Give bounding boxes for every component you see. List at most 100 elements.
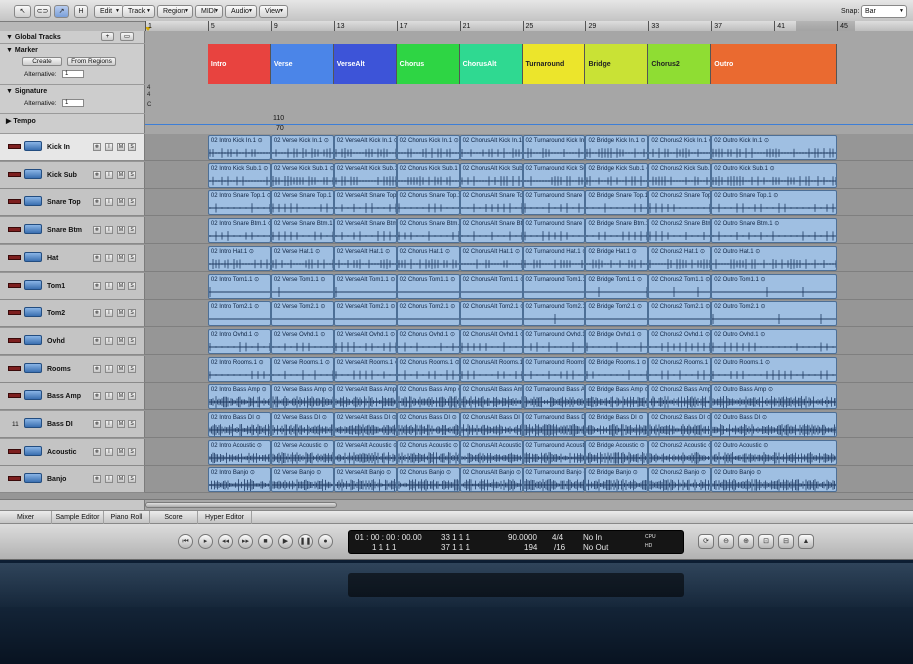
audio-region[interactable]: 02 ChorusAlt Hat.1 ⊙	[459, 245, 523, 271]
track-header[interactable]: Tom1 ❄ I M S	[0, 272, 145, 300]
mute-button[interactable]: M	[117, 143, 125, 151]
horizontal-scrollbar[interactable]	[145, 499, 913, 510]
track-header[interactable]: Rooms ❄ I M S	[0, 355, 145, 383]
audio-region[interactable]: 02 ChorusAlt Bass Amp ⊙	[459, 384, 523, 410]
marker-turnaround[interactable]: Turnaround	[522, 44, 586, 84]
mute-button[interactable]: M	[117, 198, 125, 207]
audio-region[interactable]: 02 Chorus Tom2.1 ⊙	[396, 301, 460, 327]
audio-region[interactable]: 02 Turnaround Kick Sub.1 ⊙	[522, 162, 586, 188]
catch-icon[interactable]: ↗	[54, 5, 69, 18]
audio-region[interactable]: 02 Chorus Kick In.1 ⊙	[396, 135, 460, 160]
audio-region[interactable]: 02 Outro Tom2.1 ⊙	[711, 301, 838, 327]
solo-button[interactable]: S	[128, 170, 136, 179]
audio-region[interactable]: 02 Verse Kick Sub.1 ⊙	[270, 162, 334, 188]
audio-region[interactable]: 02 Intro Tom2.1 ⊙	[207, 301, 271, 327]
audio-region[interactable]: 02 Intro Ovhd.1 ⊙	[207, 328, 271, 354]
tab-score[interactable]: Score	[150, 511, 198, 524]
freeze-button[interactable]: ❄	[93, 309, 101, 318]
input-monitor-button[interactable]: I	[105, 198, 113, 207]
track-header[interactable]: Tom2 ❄ I M S	[0, 300, 145, 328]
audio-region[interactable]: 02 VerseAlt Banjo ⊙	[333, 467, 397, 493]
audio-region[interactable]: 02 Verse Acoustic ⊙	[270, 439, 334, 465]
audio-region[interactable]: 02 VerseAlt Tom1.1 ⊙	[333, 273, 397, 299]
record-enable-button[interactable]	[8, 254, 21, 260]
audio-region[interactable]: 02 VerseAlt Bass DI ⊙	[333, 412, 397, 437]
record-enable-button[interactable]	[8, 476, 21, 482]
audio-region[interactable]: 02 Turnaround Banjo ⊙	[522, 467, 586, 493]
audio-region[interactable]: 02 Bridge Snare Btm.1 ⊙	[585, 218, 649, 244]
audio-region[interactable]: 02 Intro Snare Btm.1 ⊙	[207, 218, 271, 244]
audio-region[interactable]: 02 Chorus Snare Top.1 ⊙	[396, 190, 460, 216]
audio-region[interactable]: 02 Bridge Ovhd.1 ⊙	[585, 328, 649, 354]
audio-region[interactable]: 02 Outro Rooms.1 ⊙	[711, 356, 838, 382]
audio-region[interactable]: 02 Outro Snare Btm.1 ⊙	[711, 218, 838, 244]
audio-region[interactable]: 02 Chorus2 Kick In.1 ⊙	[648, 135, 712, 160]
audio-region[interactable]: 02 Chorus Hat.1 ⊙	[396, 245, 460, 271]
audio-region[interactable]: 02 VerseAlt Rooms.1 ⊙	[333, 356, 397, 382]
audio-region[interactable]: 02 Outro Snare Top.1 ⊙	[711, 190, 838, 216]
audio-region[interactable]: 02 Bridge Tom1.1 ⊙	[585, 273, 649, 299]
freeze-button[interactable]: ❄	[93, 281, 101, 290]
track-header[interactable]: Bass Amp ❄ I M S	[0, 383, 145, 411]
audio-region[interactable]: 02 Chorus2 Rooms.1 ⊙	[648, 356, 712, 382]
signature-title[interactable]: ▼ Signature	[6, 88, 47, 95]
audio-region[interactable]: 02 ChorusAlt Snare Btm.1 ⊙	[459, 218, 523, 244]
solo-button[interactable]: S	[128, 226, 136, 235]
solo-button[interactable]: S	[128, 253, 136, 262]
audio-region[interactable]: 02 ChorusAlt Ovhd.1 ⊙	[459, 328, 523, 354]
arrow-tool-icon[interactable]: ↖	[14, 5, 31, 18]
audio-region[interactable]: 02 Chorus2 Bass DI ⊙	[648, 412, 712, 437]
audio-region[interactable]: 02 Bridge Kick In.1 ⊙	[585, 135, 649, 160]
input-monitor-button[interactable]: I	[105, 336, 113, 345]
audio-region[interactable]: 02 Bridge Hat.1 ⊙	[585, 245, 649, 271]
audio-region[interactable]: 02 VerseAlt Tom2.1 ⊙	[333, 301, 397, 327]
marker-outro[interactable]: Outro	[711, 44, 838, 84]
play-icon[interactable]: ▶	[278, 534, 293, 549]
disclosure-icon[interactable]: ▼	[6, 88, 15, 95]
audio-region[interactable]: 02 Chorus Rooms.1 ⊙	[396, 356, 460, 382]
audio-region[interactable]: 02 ChorusAlt Rooms.1 ⊙	[459, 356, 523, 382]
audio-region[interactable]: 02 Intro Banjo ⊙	[207, 467, 271, 493]
tab-sample-editor[interactable]: Sample Editor	[52, 511, 104, 524]
menu-region[interactable]: Region ▼	[157, 5, 193, 18]
global-tracks-config-button[interactable]: ▭	[120, 32, 134, 41]
audio-region[interactable]: 02 Outro Acoustic ⊙	[711, 439, 838, 465]
record-enable-button[interactable]	[8, 144, 21, 149]
audio-region[interactable]: 02 Chorus2 Snare Btm.1 ⊙	[648, 218, 712, 244]
marker-from-regions-button[interactable]: From Regions	[67, 57, 116, 66]
audio-region[interactable]: 02 Intro Snare Top.1 ⊙	[207, 190, 271, 216]
alternative-select[interactable]: 1	[62, 70, 84, 78]
audio-region[interactable]: 02 ChorusAlt Bass DI ⊙	[459, 412, 523, 437]
input-monitor-button[interactable]: I	[105, 420, 113, 428]
audio-region[interactable]: 02 Bridge Kick Sub.1 ⊙	[585, 162, 649, 188]
freeze-button[interactable]: ❄	[93, 364, 101, 373]
audio-region[interactable]: 02 Turnaround Snare Btm.1 ⊙	[522, 218, 586, 244]
audio-region[interactable]: 02 ChorusAlt Kick In.1 ⊙	[459, 135, 523, 160]
track-header[interactable]: Hat ❄ I M S	[0, 244, 145, 272]
audio-region[interactable]: 02 Verse Hat.1 ⊙	[270, 245, 334, 271]
solo-button[interactable]: S	[128, 143, 136, 151]
mute-button[interactable]: M	[117, 392, 125, 401]
input-monitor-button[interactable]: I	[105, 226, 113, 235]
audio-region[interactable]: 02 Chorus Kick Sub.1 ⊙	[396, 162, 460, 188]
input-monitor-button[interactable]: I	[105, 475, 113, 484]
audio-region[interactable]: 02 Verse Tom2.1 ⊙	[270, 301, 334, 327]
audio-region[interactable]: 02 Verse Kick In.1 ⊙	[270, 135, 334, 160]
pause-icon[interactable]: ❚❚	[298, 534, 313, 549]
audio-region[interactable]: 02 Chorus2 Tom2.1 ⊙	[648, 301, 712, 327]
audio-region[interactable]: 02 Chorus2 Banjo ⊙	[648, 467, 712, 493]
audio-region[interactable]: 02 VerseAlt Snare Btm.1 ⊙	[333, 218, 397, 244]
audio-region[interactable]: 02 ChorusAlt Snare Top.1 ⊙	[459, 190, 523, 216]
freeze-button[interactable]: ❄	[93, 447, 101, 456]
mute-button[interactable]: M	[117, 364, 125, 373]
audio-region[interactable]: 02 Chorus Bass Amp ⊙	[396, 384, 460, 410]
track-header[interactable]: Acoustic ❄ I M S	[0, 438, 145, 466]
mute-button[interactable]: M	[117, 226, 125, 235]
audio-region[interactable]: 02 Verse Tom1.1 ⊙	[270, 273, 334, 299]
tempo-title[interactable]: ▶ Tempo	[6, 117, 36, 125]
audio-region[interactable]: 02 VerseAlt Bass Amp ⊙	[333, 384, 397, 410]
audio-region[interactable]: 02 Turnaround Acoustic ⊙	[522, 439, 586, 465]
record-enable-button[interactable]	[8, 171, 21, 177]
audio-region[interactable]: 02 Chorus2 Tom1.1 ⊙	[648, 273, 712, 299]
forward-icon[interactable]: ▸▸	[238, 534, 253, 549]
